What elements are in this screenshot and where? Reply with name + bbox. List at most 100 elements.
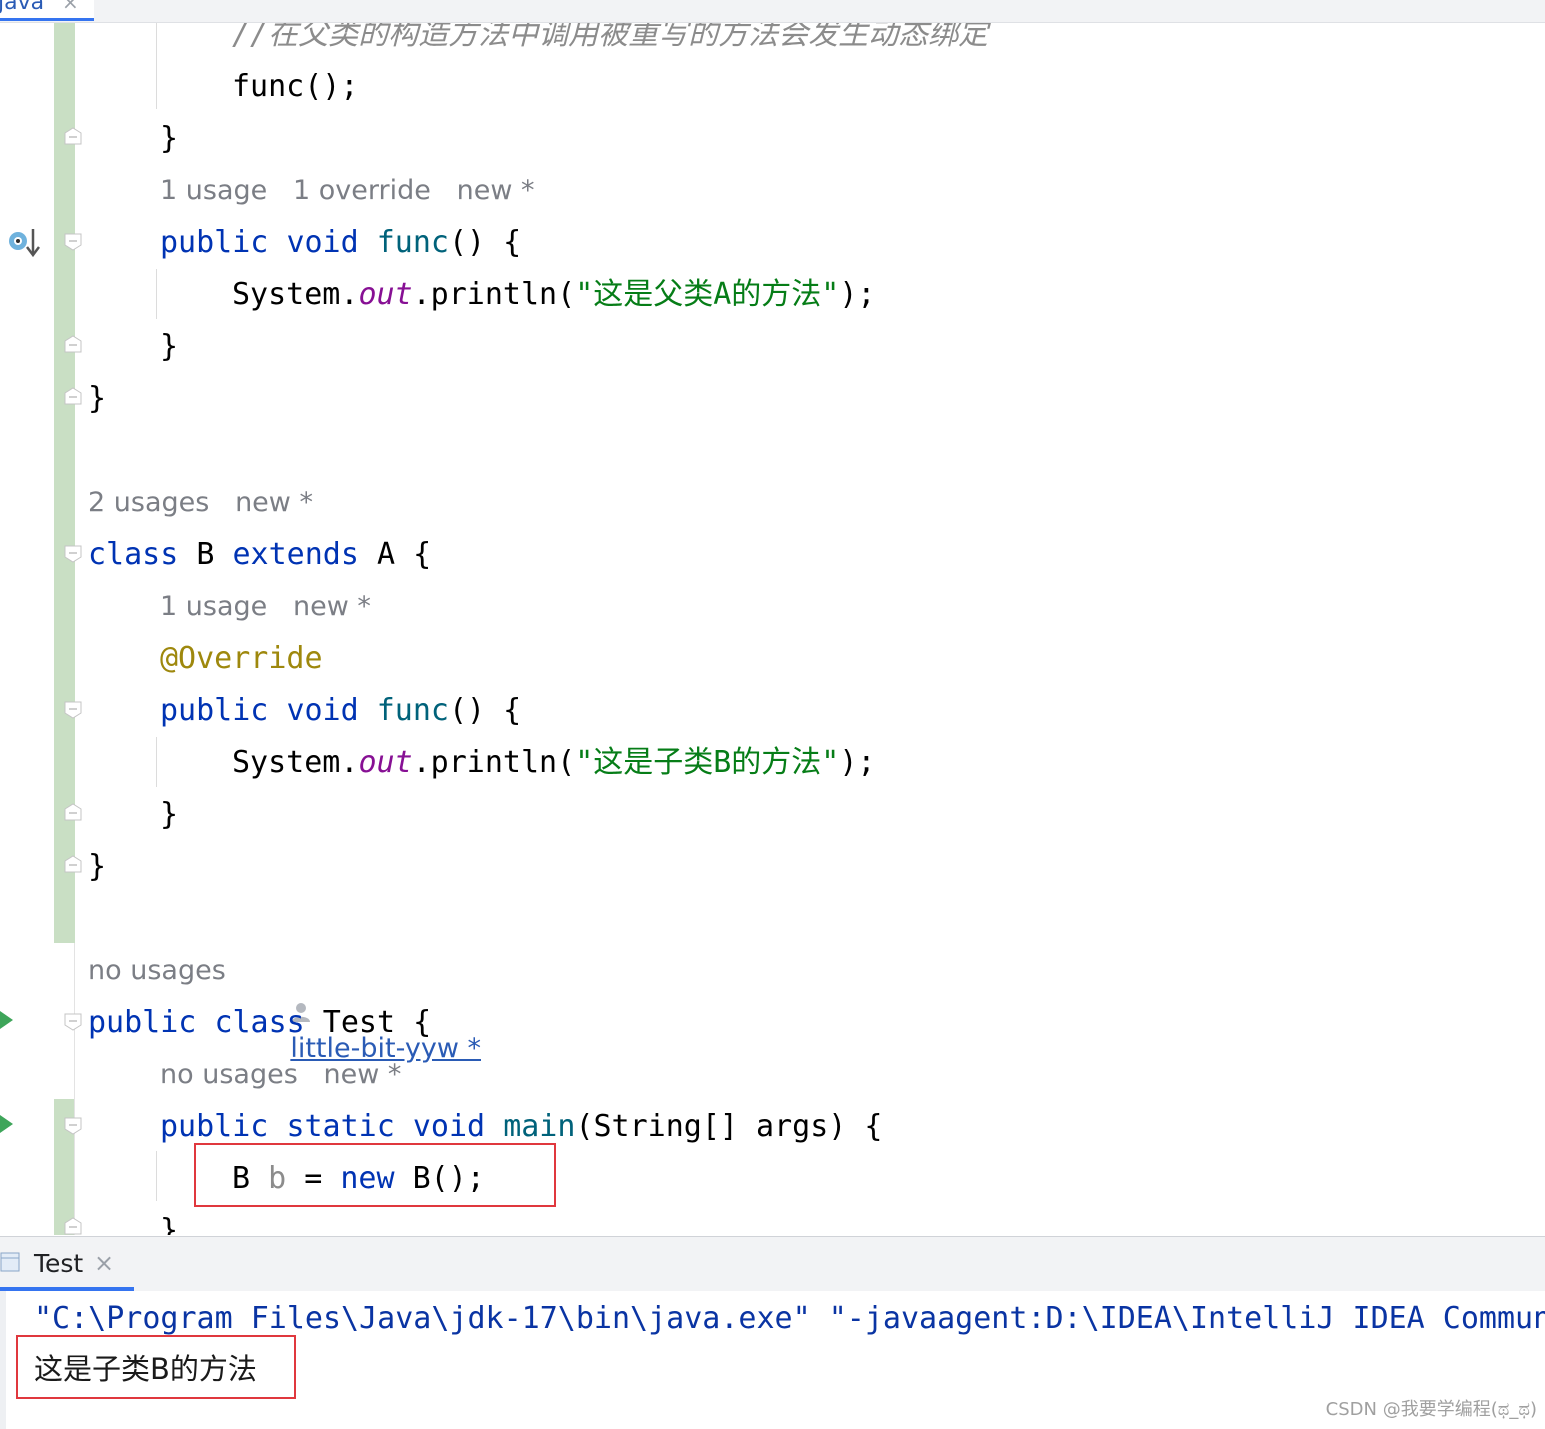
run-tab-label[interactable]: Test (34, 1249, 83, 1278)
usage-hint[interactable]: no usages (160, 1059, 298, 1090)
author-hint[interactable]: new * (324, 1059, 402, 1090)
console-output[interactable]: "C:\Program Files\Java\jdk-17\bin\java.e… (0, 1291, 1545, 1429)
code-text: () { (449, 225, 522, 260)
code-text: } (160, 329, 179, 364)
code-text: B (178, 537, 233, 572)
run-icon[interactable] (0, 1011, 13, 1029)
code-text: } (160, 1213, 179, 1235)
keyword: public (160, 1109, 269, 1144)
indent-guide (156, 737, 157, 787)
close-icon[interactable]: × (62, 0, 79, 14)
fold-start-icon[interactable] (64, 545, 82, 563)
keyword: class (88, 537, 179, 572)
console-command: "-javaagent:D:\IDEA\IntelliJ IDEA Commun (810, 1301, 1545, 1336)
code-line[interactable]: } (160, 797, 178, 833)
code-text: } (88, 381, 107, 416)
file-tab-label[interactable]: java (0, 0, 44, 15)
code-text: ); (839, 277, 876, 312)
annotation: @Override (160, 641, 323, 676)
code-text: .println( (412, 745, 576, 780)
code-text: ); (839, 745, 876, 780)
inlay-hint[interactable]: no usages (88, 953, 226, 989)
keyword: void (286, 693, 359, 728)
code-line[interactable]: } (160, 329, 178, 365)
inlay-hint[interactable]: 2 usages new * (88, 485, 313, 521)
indent-guide (156, 1151, 157, 1201)
console-icon (0, 1252, 20, 1272)
fold-end-icon[interactable] (64, 1217, 82, 1235)
tab-run-test[interactable]: Test × (0, 1237, 134, 1291)
code-editor[interactable]: //在父类的构造方法中调用被重写的方法会发生动态绑定 func(); } 1 u… (0, 23, 1545, 1235)
code-comment: //在父类的构造方法中调用被重写的方法会发生动态绑定 (232, 23, 989, 52)
close-icon[interactable]: × (94, 1249, 114, 1277)
usage-hint[interactable]: 1 usage (160, 175, 267, 206)
indent-guide (156, 23, 157, 109)
overridden-method-icon[interactable] (8, 227, 44, 259)
code-text: .println( (412, 277, 576, 312)
inlay-hint[interactable]: no usages new * (160, 1057, 401, 1093)
author-hint[interactable]: new * (235, 487, 313, 518)
code-text: System. (232, 745, 359, 780)
inlay-hint[interactable]: 1 usage new * (160, 589, 371, 625)
fold-start-icon[interactable] (64, 1013, 82, 1031)
code-line[interactable]: public class Test { (88, 1005, 431, 1041)
author-hint[interactable]: new * (293, 591, 371, 622)
code-line[interactable]: func(); (232, 69, 358, 105)
usage-hint[interactable]: 1 usage (160, 591, 267, 622)
static-field: out (358, 277, 413, 312)
run-tool-window-header: Test × (0, 1236, 1545, 1292)
keyword: static (286, 1109, 395, 1144)
fold-start-icon[interactable] (64, 1117, 82, 1135)
fold-end-icon[interactable] (64, 127, 82, 145)
keyword: void (412, 1109, 486, 1144)
keyword: public (160, 693, 269, 728)
code-line[interactable]: } (160, 1213, 178, 1235)
method-name: main (503, 1109, 576, 1144)
editor-tab-bar: java × (0, 0, 1545, 23)
keyword: class (214, 1005, 305, 1040)
code-text: } (160, 121, 179, 156)
usage-hint[interactable]: no usages (88, 955, 226, 986)
gutter-divider (74, 943, 75, 1235)
code-text: } (88, 849, 107, 884)
code-line[interactable]: public void func() { (160, 693, 521, 729)
watermark: CSDN @我要学编程(ಥ_ಥ) (1325, 1399, 1537, 1420)
author-hint[interactable]: new * (457, 175, 535, 206)
string-literal: "这是父类A的方法" (575, 277, 840, 312)
code-line[interactable]: class B extends A { (88, 537, 431, 573)
code-line[interactable]: public static void main(String[] args) { (160, 1109, 882, 1145)
static-field: out (358, 745, 413, 780)
fold-end-icon[interactable] (64, 387, 82, 405)
keyword: public (160, 225, 269, 260)
code-line[interactable]: } (88, 381, 106, 417)
fold-start-icon[interactable] (64, 701, 82, 719)
string-literal: "这是子类B的方法" (575, 745, 840, 780)
fold-end-icon[interactable] (64, 335, 82, 353)
fold-end-icon[interactable] (64, 803, 82, 821)
console-command-line: "C:\Program Files\Java\jdk-17\bin\java.e… (34, 1301, 1545, 1337)
keyword: public (88, 1005, 197, 1040)
fold-start-icon[interactable] (64, 233, 82, 251)
code-text: func(); (232, 69, 359, 104)
file-tab[interactable]: java × (0, 0, 94, 21)
run-icon[interactable] (0, 1115, 13, 1133)
code-line[interactable]: @Override (160, 641, 323, 677)
code-text: Test { (304, 1005, 432, 1040)
highlight-box (194, 1143, 556, 1207)
code-line[interactable]: //在父类的构造方法中调用被重写的方法会发生动态绑定 (232, 23, 988, 53)
code-text: () { (449, 693, 522, 728)
code-line[interactable]: public void func() { (160, 225, 521, 261)
author-hint[interactable]: little-bit-yyw * (256, 959, 481, 1064)
override-hint[interactable]: 1 override (293, 175, 431, 206)
usage-hint[interactable]: 2 usages (88, 487, 209, 518)
code-line[interactable]: System.out.println("这是子类B的方法"); (232, 745, 876, 781)
code-line[interactable]: } (160, 121, 178, 157)
fold-end-icon[interactable] (64, 855, 82, 873)
code-line[interactable]: System.out.println("这是父类A的方法"); (232, 277, 876, 313)
keyword: extends (232, 537, 359, 572)
code-line[interactable]: } (88, 849, 106, 885)
console-command: "C:\Program Files\Java\jdk-17\bin\java.e… (34, 1301, 811, 1336)
highlight-box (16, 1335, 296, 1399)
inlay-hint[interactable]: 1 usage 1 override new * (160, 173, 535, 209)
keyword: void (286, 225, 359, 260)
